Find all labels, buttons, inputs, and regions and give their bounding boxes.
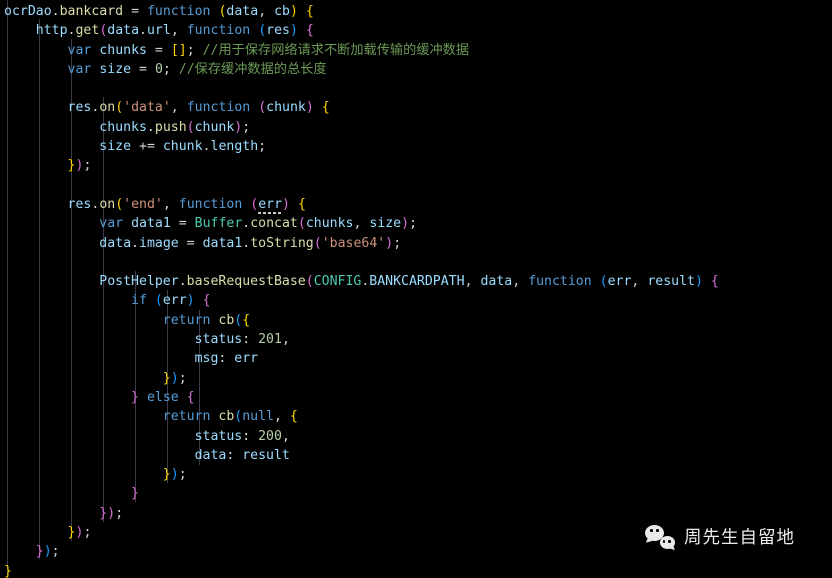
error-squiggle-token: err [258, 196, 283, 212]
code-line: chunks.push(chunk); [99, 119, 251, 135]
code-line: } [131, 486, 139, 502]
wechat-watermark: 周先生自留地 [645, 524, 795, 552]
code-line: status: 201, [194, 332, 290, 348]
wechat-logo-icon [645, 524, 675, 552]
code-content[interactable]: ocrDao.bankcard = function (data, cb) { … [0, 0, 832, 578]
code-line: data: result [194, 447, 290, 463]
code-line: data.image = data1.toString('base64'); [99, 235, 402, 251]
code-line: http.get(data.url, function (res) { [35, 23, 314, 39]
code-line: var size = 0; //保存缓冲数据的总长度 [67, 61, 327, 77]
code-line: res.on('data', function (chunk) { [67, 100, 330, 116]
code-line: }); [162, 370, 187, 386]
code-line: return cb(null, { [162, 409, 298, 425]
code-line: status: 200, [194, 428, 290, 444]
code-line: PostHelper.baseRequestBase(CONFIG.BANKCA… [99, 274, 719, 290]
code-line: } else { [131, 389, 195, 405]
code-line: var data1 = Buffer.concat(chunks, size); [99, 216, 418, 232]
code-line: size += chunk.length; [99, 139, 267, 155]
code-line: }); [162, 467, 187, 483]
code-editor-view: ocrDao.bankcard = function (data, cb) { … [0, 0, 832, 578]
code-line: } [4, 563, 12, 578]
code-line: }); [67, 158, 92, 174]
code-line: }); [99, 505, 124, 521]
code-line: ocrDao.bankcard = function (data, cb) { [4, 4, 314, 19]
code-line: res.on('end', function (err) { [67, 196, 306, 212]
code-line: if (err) { [131, 293, 211, 309]
wechat-account-name: 周先生自留地 [684, 528, 795, 548]
code-line: msg: err [194, 351, 259, 367]
code-line: return cb({ [162, 312, 251, 328]
code-line: var chunks = []; //用于保存网络请求不断加载传输的缓冲数据 [67, 42, 470, 58]
